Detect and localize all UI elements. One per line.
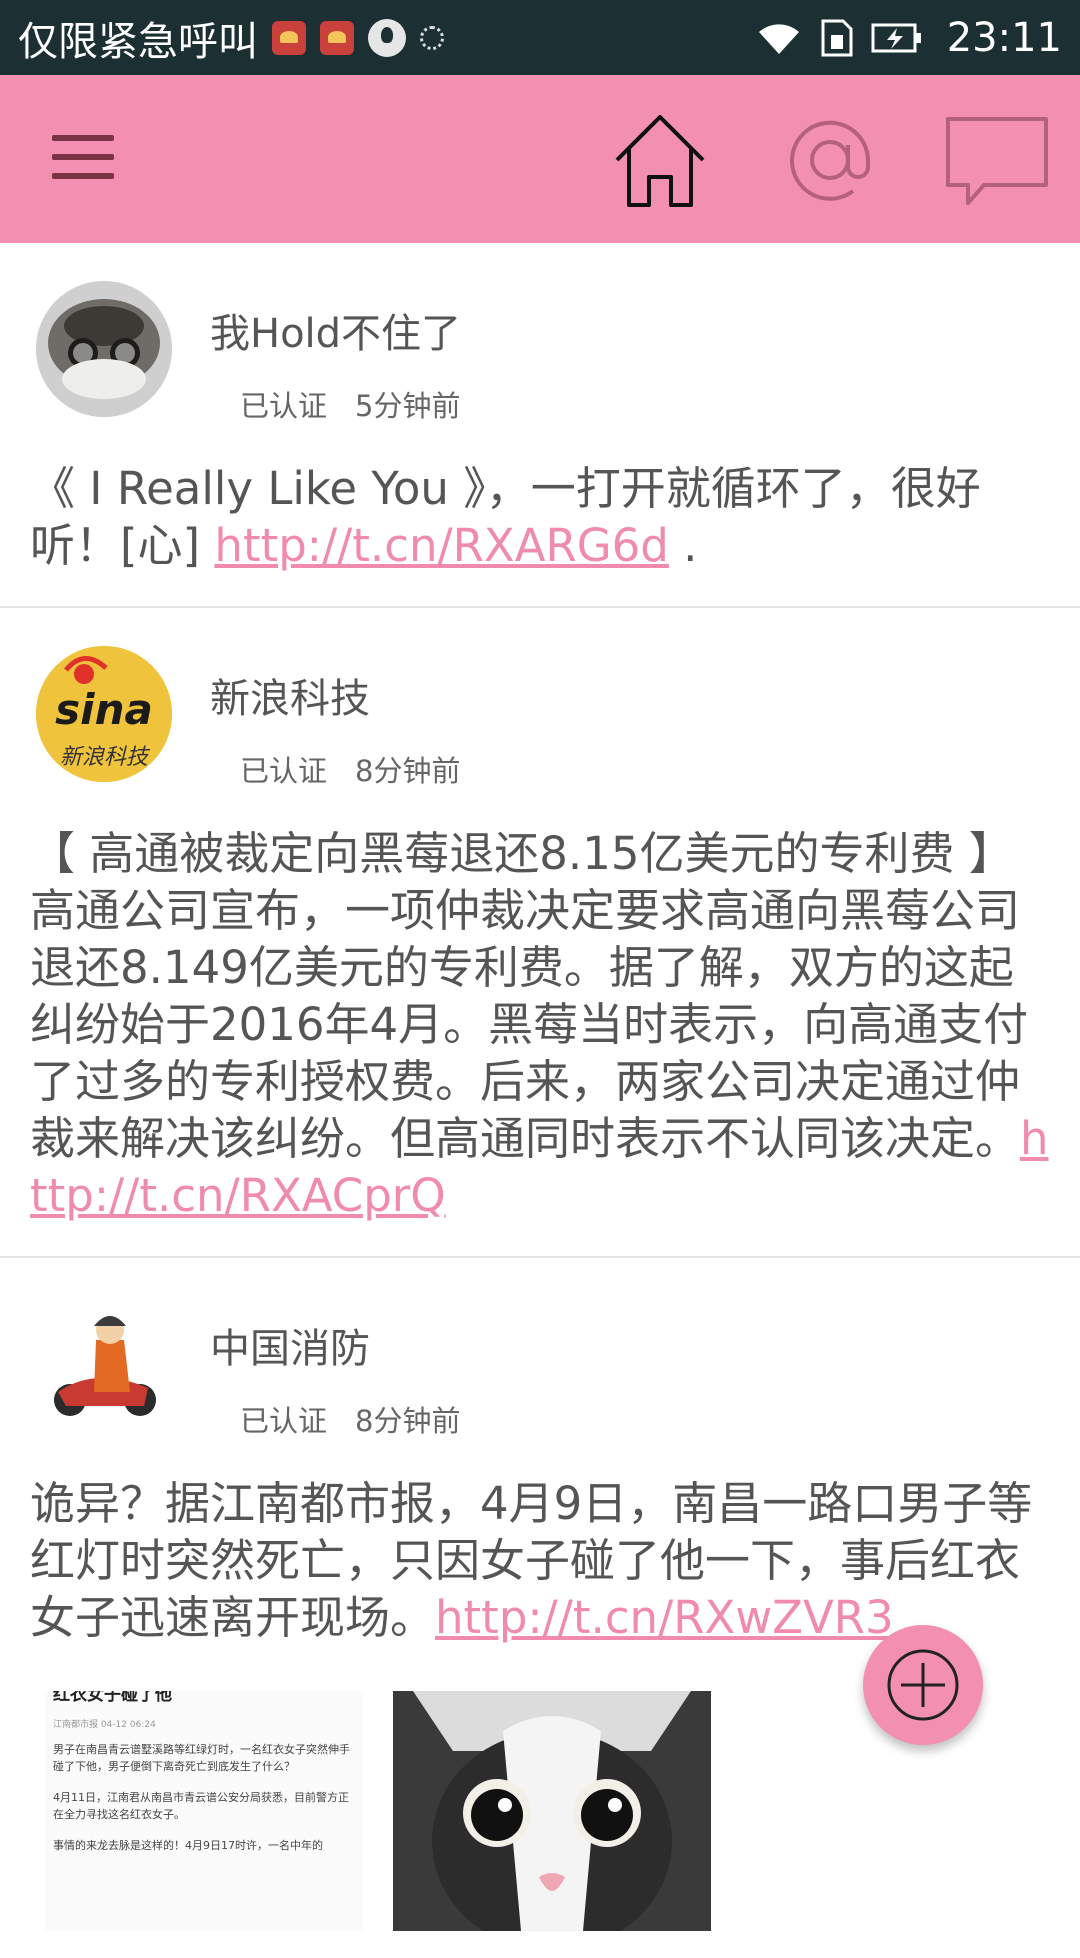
- huawei-app-icon: [320, 20, 354, 55]
- carrier-text: 仅限紧急呼叫: [18, 18, 258, 65]
- avatar-logo-text: sina: [55, 685, 153, 734]
- post-text: 【 高通被裁定向黑莓退还8.15亿美元的专利费 】高通公司宣布，一项仲裁决定要求…: [30, 825, 1055, 1224]
- at-mention-icon: [790, 120, 870, 201]
- post-link[interactable]: http://t.cn/RXwZVR3: [435, 1591, 894, 1644]
- article-title: 红衣女子碰了他: [53, 1691, 172, 1705]
- article-paragraph: 事情的来龙去脉是这样的！4月9日17时许，一名中年的: [53, 1839, 323, 1852]
- post-text: 诡异？据江南都市报，4月9日，南昌一路口男子等红灯时突然死亡，只因女子碰了他一下…: [30, 1475, 1055, 1646]
- avatar[interactable]: [36, 281, 172, 417]
- avatar[interactable]: sina 新浪科技: [36, 646, 172, 782]
- author-name[interactable]: 我Hold不住了: [210, 301, 461, 359]
- compose-button[interactable]: [863, 1625, 983, 1745]
- post-link[interactable]: http://t.cn/RXARG6d: [214, 519, 668, 572]
- post-time: 8分钟前: [355, 1404, 461, 1438]
- tab-home[interactable]: [605, 105, 715, 215]
- post-card[interactable]: 我Hold不住了 已认证 5分钟前 《 I Really Like You 》，一…: [0, 243, 1080, 608]
- status-bar: 仅限紧急呼叫 23:11: [0, 0, 1080, 75]
- post-image-cat[interactable]: [393, 1691, 711, 1931]
- comment-icon: [946, 117, 1048, 205]
- battery-charging-icon: [871, 23, 921, 52]
- author-name[interactable]: 中国消防: [210, 1316, 370, 1374]
- qq-icon: [368, 18, 406, 57]
- home-icon: [615, 115, 705, 207]
- post-card[interactable]: 中国消防 已认证 8分钟前 诡异？据江南都市报，4月9日，南昌一路口男子等红灯时突…: [0, 1258, 1080, 1958]
- post-suffix: .: [668, 519, 698, 572]
- wifi-icon: [758, 23, 799, 54]
- article-source: 江南都市报 04-12 06:24: [53, 1720, 156, 1730]
- clock: 23:11: [946, 14, 1062, 61]
- article-paragraph: 男子在南昌青云谱墅溪路等红绿灯时，一名红衣女子突然伸手碰了下他，男子便倒下离奇死…: [53, 1743, 350, 1773]
- verified-label: 已认证: [240, 754, 328, 788]
- post-meta: 已认证 8分钟前: [240, 748, 460, 790]
- sim-icon: [821, 19, 853, 56]
- add-circle-icon: [887, 1649, 959, 1721]
- verified-label: 已认证: [240, 1404, 328, 1438]
- post-content: 【 高通被裁定向黑莓退还8.15亿美元的专利费 】高通公司宣布，一项仲裁决定要求…: [30, 827, 1029, 1165]
- tab-mentions[interactable]: [775, 105, 885, 215]
- tab-comments[interactable]: [942, 105, 1052, 215]
- article-paragraph: 4月11日，江南君从南昌市青云谱公安分局获悉，目前警方正在全力寻找这名红衣女子。: [53, 1791, 349, 1821]
- post-meta: 已认证 8分钟前: [240, 1398, 460, 1440]
- huawei-app-icon: [272, 20, 306, 55]
- post-text: 《 I Really Like You 》，一打开就循环了，很好听！[心] ht…: [30, 460, 1055, 574]
- post-image-article[interactable]: 红衣女子碰了他 江南都市报 04-12 06:24 男子在南昌青云谱墅溪路等红绿…: [45, 1691, 363, 1931]
- post-meta: 已认证 5分钟前: [240, 383, 460, 425]
- author-name[interactable]: 新浪科技: [210, 666, 370, 724]
- post-time: 8分钟前: [355, 754, 461, 788]
- post-card[interactable]: sina 新浪科技 新浪科技 已认证 8分钟前 【 高通被裁定向黑莓退还8.15亿…: [0, 608, 1080, 1258]
- app-bar: [0, 75, 1080, 243]
- verified-label: 已认证: [240, 389, 328, 423]
- avatar-logo-subtext: 新浪科技: [60, 745, 151, 770]
- post-time: 5分钟前: [355, 389, 461, 423]
- hamburger-menu-icon[interactable]: [52, 135, 114, 181]
- avatar[interactable]: [36, 1296, 172, 1432]
- loading-icon: [420, 25, 444, 50]
